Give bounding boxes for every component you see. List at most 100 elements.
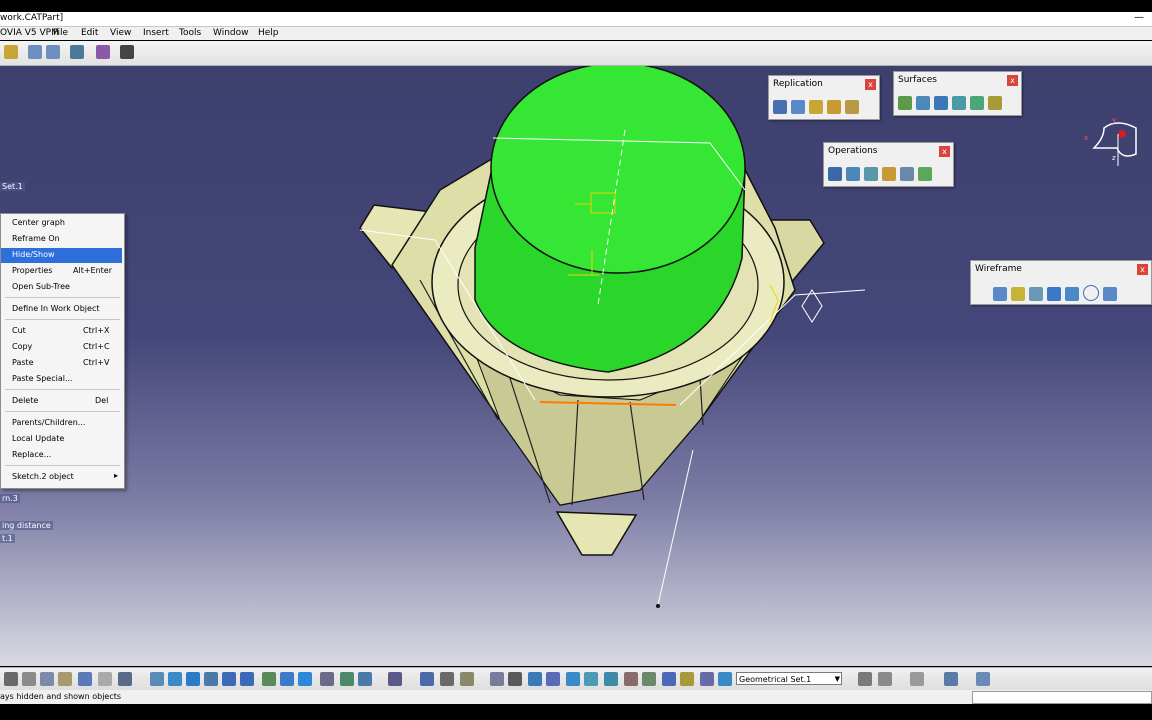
snap-icon[interactable] <box>566 672 580 686</box>
measure-item-icon[interactable] <box>460 672 474 686</box>
replication-close-button[interactable]: x <box>865 79 876 90</box>
circular-pattern-icon[interactable] <box>791 100 805 114</box>
analysis-icon[interactable] <box>910 672 924 686</box>
shading-icon[interactable] <box>320 672 334 686</box>
menu-item-cut[interactable]: Cut <box>12 326 26 335</box>
iso-view-icon[interactable] <box>298 672 312 686</box>
operations-toolbar[interactable]: Operations x <box>823 142 954 187</box>
update-icon[interactable] <box>490 672 504 686</box>
surfaces-toolbar[interactable]: Surfaces x <box>893 71 1022 116</box>
split-icon[interactable] <box>846 167 860 181</box>
extrapolate-icon[interactable] <box>918 167 932 181</box>
measure-icon[interactable] <box>96 45 110 59</box>
zoom-out-icon[interactable] <box>240 672 254 686</box>
pattern-icon[interactable] <box>773 100 787 114</box>
menu-item-properties[interactable]: Properties <box>12 266 52 275</box>
duplicate-icon[interactable] <box>827 100 841 114</box>
menu-edit[interactable]: Edit <box>81 28 98 38</box>
pan-icon[interactable] <box>186 672 200 686</box>
fly-icon[interactable] <box>150 672 164 686</box>
catalog-icon[interactable] <box>662 672 676 686</box>
formula-icon[interactable] <box>642 672 656 686</box>
instantiate-icon[interactable] <box>858 672 872 686</box>
powercopy-icon[interactable] <box>878 672 892 686</box>
paste-icon[interactable] <box>58 672 72 686</box>
print-icon[interactable] <box>4 672 18 686</box>
command-input[interactable] <box>972 691 1152 704</box>
menu-view[interactable]: View <box>110 28 131 38</box>
user-pattern-icon[interactable] <box>809 100 823 114</box>
tool-icon[interactable] <box>120 45 134 59</box>
menu-item-hide-show[interactable]: Hide/Show <box>12 250 55 259</box>
plane-icon[interactable] <box>1011 287 1025 301</box>
3d-viewport[interactable]: Set.1 rn.3 ing distance t.1 x y z <box>0 66 1152 666</box>
gear-icon[interactable] <box>70 45 84 59</box>
sweep-surface-icon[interactable] <box>934 96 948 110</box>
parameters-icon[interactable] <box>624 672 638 686</box>
tree-node-rn[interactable]: rn.3 <box>0 494 20 503</box>
menu-item-local-update[interactable]: Local Update <box>12 434 64 443</box>
compass-icon[interactable]: x y z <box>1082 114 1142 172</box>
menu-help[interactable]: Help <box>258 28 279 38</box>
blend-surface-icon[interactable] <box>988 96 1002 110</box>
copy-icon[interactable] <box>40 672 54 686</box>
object-repetition-icon[interactable] <box>845 100 859 114</box>
menu-tools[interactable]: Tools <box>179 28 201 38</box>
menu-item-copy[interactable]: Copy <box>12 342 32 351</box>
surfaces-close-button[interactable]: x <box>1007 75 1018 86</box>
fillet-icon[interactable] <box>882 167 896 181</box>
help-icon[interactable] <box>118 672 132 686</box>
hide-show-icon[interactable] <box>340 672 354 686</box>
menu-item-delete[interactable]: Delete <box>12 396 38 405</box>
constraint-icon[interactable] <box>420 672 434 686</box>
menu-file[interactable]: File <box>53 28 68 38</box>
view-front-icon[interactable] <box>28 45 42 59</box>
swap-visible-space-icon[interactable] <box>358 672 372 686</box>
menu-window[interactable]: Window <box>213 28 249 38</box>
fill-surface-icon[interactable] <box>952 96 966 110</box>
axis-system-icon[interactable] <box>528 672 542 686</box>
body-icon[interactable] <box>604 672 618 686</box>
view-back-icon[interactable] <box>46 45 60 59</box>
zoom-in-icon[interactable] <box>222 672 236 686</box>
menu-insert[interactable]: Insert <box>143 28 169 38</box>
multi-section-surface-icon[interactable] <box>970 96 984 110</box>
transform-icon[interactable] <box>900 167 914 181</box>
menu-item-paste-special[interactable]: Paste Special... <box>12 374 73 383</box>
menu-item-reframe-on[interactable]: Reframe On <box>12 234 60 243</box>
intersection-icon[interactable] <box>1047 287 1061 301</box>
menu-item-paste[interactable]: Paste <box>12 358 34 367</box>
geometry-icon[interactable] <box>584 672 598 686</box>
wireframe-toolbar[interactable]: Wireframe x <box>970 260 1152 305</box>
extract-icon[interactable] <box>864 167 878 181</box>
redo-icon[interactable] <box>98 672 112 686</box>
undo-icon[interactable] <box>78 672 92 686</box>
geometrical-set-icon[interactable] <box>718 672 732 686</box>
circle-icon[interactable] <box>1083 285 1099 301</box>
point-icon[interactable] <box>975 287 989 301</box>
menu-item-sketch-object[interactable]: Sketch.2 object <box>12 472 74 481</box>
tree-node-distance[interactable]: ing distance <box>0 521 53 530</box>
operations-close-button[interactable]: x <box>939 146 950 157</box>
revolve-surface-icon[interactable] <box>916 96 930 110</box>
render-icon[interactable] <box>944 672 958 686</box>
wireframe-close-button[interactable]: x <box>1137 264 1148 275</box>
line-icon[interactable] <box>993 287 1007 301</box>
menu-item-define-in-work-object[interactable]: Define In Work Object <box>12 304 99 313</box>
spline-icon[interactable] <box>1103 287 1117 301</box>
table-icon[interactable] <box>700 672 714 686</box>
tree-node-t[interactable]: t.1 <box>0 534 15 543</box>
menu-item-open-sub-tree[interactable]: Open Sub-Tree <box>12 282 70 291</box>
projection-icon[interactable] <box>1029 287 1043 301</box>
fit-all-icon[interactable] <box>168 672 182 686</box>
measure-between-icon[interactable] <box>440 672 454 686</box>
multi-view-icon[interactable] <box>280 672 294 686</box>
knowledge-icon[interactable] <box>680 672 694 686</box>
sketcher-icon[interactable] <box>388 672 402 686</box>
apply-material-icon[interactable] <box>976 672 990 686</box>
extrude-surface-icon[interactable] <box>898 96 912 110</box>
cut-icon[interactable] <box>22 672 36 686</box>
menu-item-replace[interactable]: Replace... <box>12 450 51 459</box>
part-icon[interactable] <box>4 45 18 59</box>
tree-node-set[interactable]: Set.1 <box>0 182 25 191</box>
